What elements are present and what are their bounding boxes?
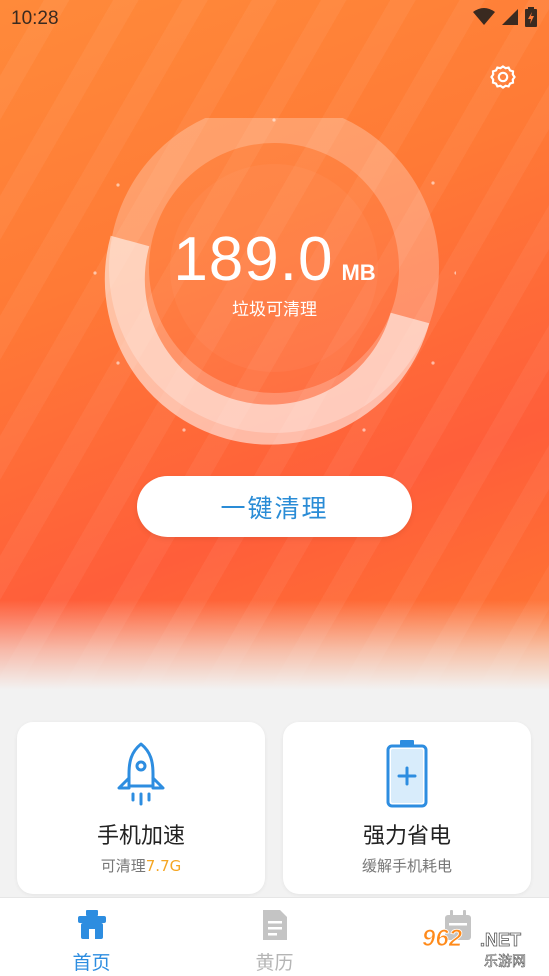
battery-icon <box>283 738 531 810</box>
wifi-icon <box>473 8 495 30</box>
power-save-card[interactable]: 强力省电 缓解手机耗电 <box>283 722 531 894</box>
phone-boost-card[interactable]: 手机加速 可清理7.7G <box>17 722 265 894</box>
svg-text:.NET: .NET <box>480 930 521 950</box>
status-bar: 10:28 <box>0 0 549 38</box>
home-icon <box>74 908 110 942</box>
signal-icon <box>501 8 519 30</box>
card-title: 手机加速 <box>96 824 185 849</box>
status-time: 10:28 <box>11 8 59 29</box>
battery-charging-icon <box>525 7 537 31</box>
nav-label: 首页 <box>72 952 111 974</box>
calendar-note-icon <box>257 908 293 942</box>
junk-size-value: 189.0 <box>173 225 334 294</box>
status-icons <box>473 7 537 31</box>
card-subtitle-highlight: 7.7G <box>145 857 182 875</box>
gauge-value: 189.0 MB <box>0 224 549 295</box>
gauge-caption: 垃圾可清理 <box>232 300 317 320</box>
card-title: 强力省电 <box>362 824 451 849</box>
nav-home[interactable]: 首页 <box>0 898 183 976</box>
one-key-clean-button[interactable]: 一键清理 <box>137 476 412 537</box>
card-subtitle: 缓解手机耗电 <box>283 855 531 876</box>
svg-text:乐游网: 乐游网 <box>484 954 526 970</box>
junk-size-unit: MB <box>341 260 376 285</box>
gear-icon <box>488 62 518 96</box>
settings-button[interactable] <box>485 61 521 97</box>
site-watermark-logo: 962 .NET 乐游网 <box>418 922 544 972</box>
rocket-icon <box>17 738 265 810</box>
card-subtitle: 可清理7.7G <box>17 855 265 876</box>
card-subtitle-prefix: 可清理 <box>100 857 146 875</box>
nav-almanac[interactable]: 黄历 <box>183 898 366 976</box>
nav-label: 黄历 <box>255 952 294 974</box>
card-subtitle-prefix: 缓解手机耗电 <box>361 857 452 875</box>
svg-text:962: 962 <box>422 925 463 952</box>
hero-fade <box>0 600 549 690</box>
